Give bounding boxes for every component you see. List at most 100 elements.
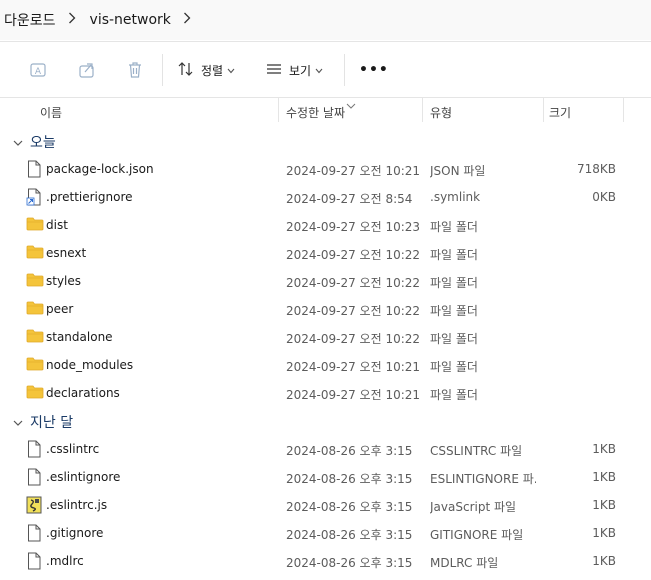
file-size: 1KB bbox=[592, 526, 616, 540]
chevron-down-icon[interactable] bbox=[13, 416, 23, 430]
file-icon bbox=[26, 524, 42, 542]
file-name: .gitignore bbox=[46, 526, 104, 540]
file-name: package-lock.json bbox=[46, 162, 154, 176]
more-icon: ••• bbox=[359, 62, 389, 78]
rename-icon[interactable]: A bbox=[28, 60, 48, 80]
file-row[interactable]: .csslintrc 2024-08-26 오후 3:15 CSSLINTRC 파일… bbox=[0, 435, 651, 463]
file-date: 2024-09-27 오전 10:21 bbox=[286, 388, 421, 402]
file-size: 1KB bbox=[592, 442, 616, 456]
file-type: JavaScript 파일 bbox=[430, 500, 517, 514]
column-divider[interactable] bbox=[543, 98, 544, 122]
toolbar-divider bbox=[344, 54, 345, 86]
file-row[interactable]: peer 2024-09-27 오전 10:22 파일 폴더 bbox=[0, 295, 651, 323]
file-date: 2024-08-26 오후 3:15 bbox=[286, 444, 413, 458]
file-name: styles bbox=[46, 274, 82, 288]
column-date[interactable]: 수정한 날짜 bbox=[286, 104, 345, 121]
view-button[interactable]: 보기 bbox=[265, 60, 323, 80]
file-date: 2024-09-27 오전 10:23 bbox=[286, 220, 421, 234]
folder-icon bbox=[26, 272, 44, 290]
file-row[interactable]: declarations 2024-09-27 오전 10:21 파일 폴더 bbox=[0, 379, 651, 407]
sort-button[interactable]: 정렬 bbox=[177, 60, 235, 80]
file-size: 1KB bbox=[592, 470, 616, 484]
more-options-button[interactable]: ••• bbox=[359, 60, 389, 80]
file-icon bbox=[26, 468, 42, 486]
file-row[interactable]: node_modules 2024-09-27 오전 10:21 파일 폴더 bbox=[0, 351, 651, 379]
file-date: 2024-09-27 오전 10:21 bbox=[286, 164, 421, 178]
breadcrumb-chevron-icon[interactable] bbox=[183, 12, 191, 28]
file-type: 파일 폴더 bbox=[430, 332, 478, 346]
file-row[interactable]: .eslintignore 2024-08-26 오후 3:15 ESLINTIGN… bbox=[0, 463, 651, 491]
share-icon[interactable] bbox=[77, 60, 97, 80]
chevron-down-icon[interactable] bbox=[13, 136, 23, 150]
file-size: 1KB bbox=[592, 554, 616, 568]
toolbar-divider bbox=[162, 54, 163, 86]
folder-icon bbox=[26, 300, 44, 318]
command-bar: A 정렬 보기 ••• bbox=[0, 42, 651, 98]
file-row[interactable]: .gitignore 2024-08-26 오후 3:15 GITIGNORE 파일… bbox=[0, 519, 651, 547]
folder-icon bbox=[26, 216, 44, 234]
file-name: node_modules bbox=[46, 358, 134, 372]
chevron-down-icon bbox=[227, 63, 235, 77]
group-header-last-month[interactable]: 지난 달 bbox=[0, 407, 651, 435]
file-type: 파일 폴더 bbox=[430, 304, 478, 318]
file-row[interactable]: .prettierignore 2024-09-27 오전 8:54 .symlin… bbox=[0, 183, 651, 211]
file-row[interactable]: dist 2024-09-27 오전 10:23 파일 폴더 bbox=[0, 211, 651, 239]
column-divider[interactable] bbox=[422, 98, 423, 122]
file-size: 1KB bbox=[592, 498, 616, 512]
file-row[interactable]: standalone 2024-09-27 오전 10:22 파일 폴더 bbox=[0, 323, 651, 351]
file-name: .eslintrc.js bbox=[46, 498, 108, 512]
js-file-icon bbox=[26, 496, 42, 514]
file-date: 2024-09-27 오전 10:22 bbox=[286, 332, 421, 346]
file-size: 718KB bbox=[576, 162, 616, 176]
file-date: 2024-09-27 오전 10:22 bbox=[286, 304, 421, 318]
file-row[interactable]: styles 2024-09-27 오전 10:22 파일 폴더 bbox=[0, 267, 651, 295]
file-name: .csslintrc bbox=[46, 442, 100, 456]
column-header: 이름 수정한 날짜 유형 크기 bbox=[0, 98, 651, 124]
column-name[interactable]: 이름 bbox=[40, 104, 62, 121]
breadcrumb-downloads[interactable]: 다운로드 bbox=[4, 10, 56, 30]
file-row[interactable]: .mdlrc 2024-08-26 오후 3:15 MDLRC 파일 1KB bbox=[0, 547, 651, 575]
folder-icon bbox=[26, 328, 44, 346]
group-label: 지난 달 bbox=[30, 415, 74, 431]
file-size: 0KB bbox=[592, 190, 616, 204]
file-type: JSON 파일 bbox=[430, 164, 486, 178]
file-name: esnext bbox=[46, 246, 87, 260]
file-type: CSSLINTRC 파일 bbox=[430, 444, 523, 458]
file-name: dist bbox=[46, 218, 68, 232]
sort-icon bbox=[177, 60, 195, 81]
folder-icon bbox=[26, 244, 44, 262]
column-divider[interactable] bbox=[278, 98, 279, 122]
file-row[interactable]: .eslintrc.js 2024-08-26 오후 3:15 JavaScript… bbox=[0, 491, 651, 519]
file-date: 2024-08-26 오후 3:15 bbox=[286, 500, 413, 514]
file-date: 2024-09-27 오전 8:54 bbox=[286, 192, 413, 206]
delete-icon[interactable] bbox=[125, 60, 145, 80]
column-type[interactable]: 유형 bbox=[430, 104, 452, 121]
svg-text:A: A bbox=[35, 67, 42, 77]
file-type: 파일 폴더 bbox=[430, 248, 478, 262]
file-type: .symlink bbox=[430, 190, 481, 204]
file-type: MDLRC 파일 bbox=[430, 556, 499, 570]
column-size[interactable]: 크기 bbox=[549, 104, 571, 121]
file-name: declarations bbox=[46, 386, 120, 400]
file-row[interactable]: esnext 2024-09-27 오전 10:22 파일 폴더 bbox=[0, 239, 651, 267]
file-icon bbox=[26, 440, 42, 458]
breadcrumb-chevron-icon[interactable] bbox=[68, 12, 76, 28]
file-row[interactable]: package-lock.json 2024-09-27 오전 10:21 JSON… bbox=[0, 155, 651, 183]
view-list-icon bbox=[265, 60, 283, 81]
folder-icon bbox=[26, 356, 44, 374]
view-label: 보기 bbox=[289, 63, 312, 78]
file-date: 2024-09-27 오전 10:22 bbox=[286, 248, 421, 262]
file-name: peer bbox=[46, 302, 74, 316]
file-type: 파일 폴더 bbox=[430, 276, 478, 290]
file-type: GITIGNORE 파일 bbox=[430, 528, 524, 542]
symlink-file-icon bbox=[26, 188, 42, 206]
group-header-today[interactable]: 오늘 bbox=[0, 127, 651, 155]
sort-ascending-icon bbox=[346, 98, 356, 112]
address-bar[interactable]: 다운로드 vis-network bbox=[0, 0, 651, 40]
column-divider[interactable] bbox=[623, 98, 624, 122]
breadcrumb-vis-network[interactable]: vis-network bbox=[90, 12, 171, 28]
file-name: .eslintignore bbox=[46, 470, 121, 484]
file-type: 파일 폴더 bbox=[430, 220, 478, 234]
group-label: 오늘 bbox=[30, 135, 56, 151]
file-date: 2024-08-26 오후 3:15 bbox=[286, 528, 413, 542]
